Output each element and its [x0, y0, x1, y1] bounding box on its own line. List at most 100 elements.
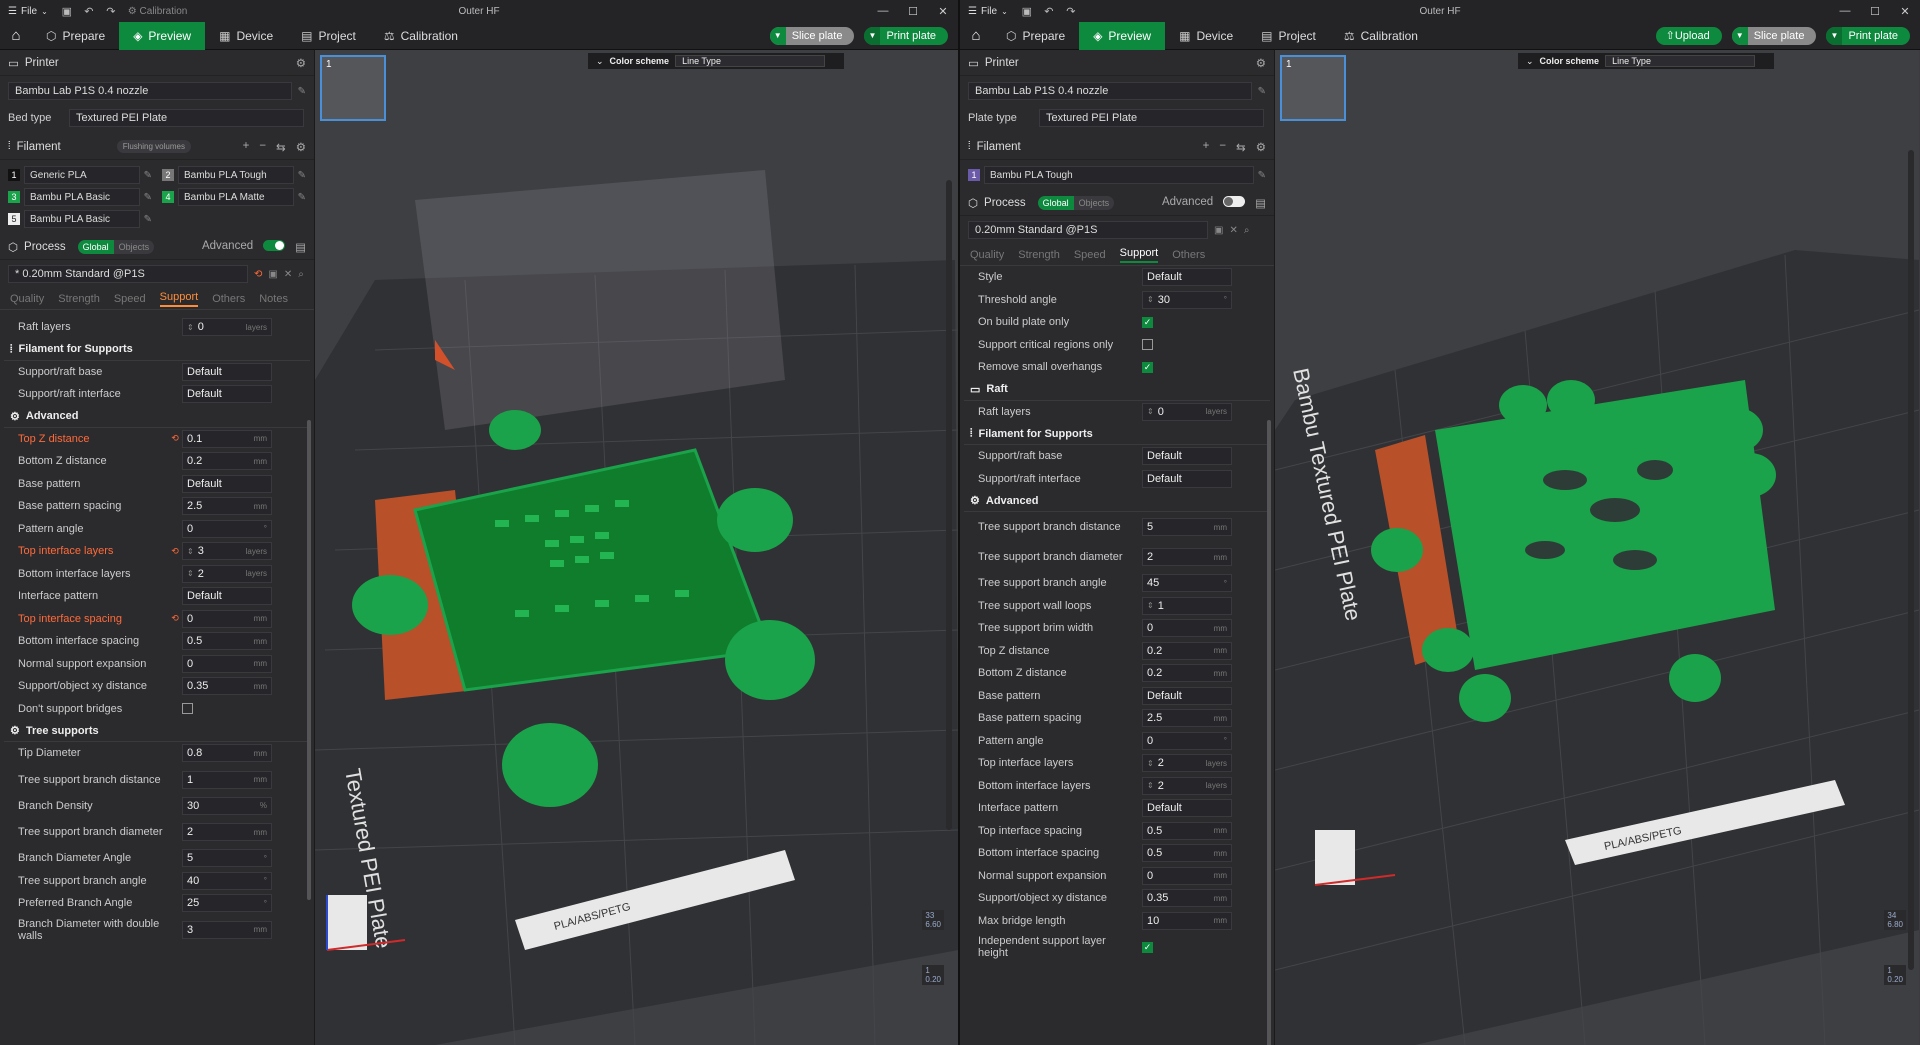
redo-icon[interactable]: ↷ [100, 5, 122, 18]
gear-icon[interactable]: ⚙ [296, 140, 306, 154]
param-input[interactable]: ⇕ 0 layers [1142, 402, 1232, 421]
filament-item[interactable]: 1 Generic PLA ✎ [8, 166, 152, 184]
param-checkbox[interactable]: ✓ [1142, 361, 1153, 373]
spinner-icon[interactable]: ⇕ [1147, 781, 1154, 790]
spinner-icon[interactable]: ⇕ [187, 569, 194, 578]
close-icon[interactable]: ✕ [1229, 225, 1237, 236]
advanced-toggle[interactable] [1223, 195, 1246, 207]
process-preset-select[interactable]: 0.20mm Standard @P1S [968, 221, 1208, 239]
undo-icon[interactable]: ↶ [78, 5, 100, 18]
param-input[interactable]: 30% [182, 796, 272, 815]
layer-slider[interactable] [1908, 150, 1914, 970]
param-input[interactable]: ⇕ 2 layers [182, 564, 272, 583]
param-input[interactable]: Default [1142, 268, 1232, 287]
redo-icon[interactable]: ↷ [1060, 5, 1082, 18]
param-input[interactable]: 25 ° [182, 894, 272, 913]
subtab-strength[interactable]: Strength [58, 293, 100, 305]
param-input[interactable]: Default [182, 474, 272, 493]
param-input[interactable]: 2 mm [1142, 548, 1232, 566]
chevron-down-icon[interactable]: ▼ [1731, 26, 1748, 45]
param-input[interactable]: 0.5 mm [182, 632, 272, 651]
param-input[interactable]: 0.5 mm [1142, 821, 1232, 840]
filament-item[interactable]: 1 Bambu PLA Tough ✎ [968, 166, 1266, 184]
tab-calibration[interactable]: ⚖ Calibration [1330, 22, 1432, 50]
param-input[interactable]: ⇕ 30 ° [1142, 290, 1232, 309]
remove-icon[interactable]: − [259, 140, 266, 154]
param-input[interactable]: 0 mm [1142, 866, 1232, 885]
edit-icon[interactable]: ✎ [144, 214, 152, 225]
param-checkbox[interactable] [1142, 339, 1153, 351]
slice-plate-button[interactable]: ▼ Slice plate [769, 26, 855, 45]
plate-type-select[interactable]: Textured PEI Plate [1039, 109, 1264, 127]
flushing-volumes-button[interactable]: Flushing volumes [116, 140, 191, 153]
search-icon[interactable]: ⌕ [298, 269, 304, 280]
param-input[interactable]: Default [182, 587, 272, 606]
param-input[interactable]: 10 mm [1142, 911, 1232, 930]
subtab-others[interactable]: Others [212, 293, 245, 305]
tab-prepare[interactable]: ⬡ Prepare [992, 22, 1079, 50]
calibration-shortcut[interactable]: ⚙ Calibration [128, 6, 188, 17]
tab-prepare[interactable]: ⬡ Prepare [32, 22, 119, 50]
maximize-icon[interactable]: ☐ [898, 5, 928, 18]
param-input[interactable]: ⇕ 1 [1142, 596, 1232, 615]
section-filament-for-supports[interactable]: ⦙ Filament for Supports [4, 339, 310, 361]
subtab-strength[interactable]: Strength [1018, 249, 1060, 261]
section-advanced[interactable]: ⚙ Advanced [964, 490, 1270, 512]
param-checkbox[interactable]: ✓ [1142, 941, 1153, 953]
param-input[interactable]: 0.1 mm [182, 429, 272, 448]
chevron-down-icon[interactable]: ⌄ [596, 56, 604, 67]
spinner-icon[interactable]: ⇕ [1147, 759, 1154, 768]
minimize-icon[interactable]: — [868, 5, 898, 18]
filament-name[interactable]: Bambu PLA Tough [984, 166, 1254, 184]
param-input[interactable]: 0.35 mm [182, 677, 272, 696]
subtab-speed[interactable]: Speed [1074, 249, 1106, 261]
close-icon[interactable]: ✕ [284, 269, 292, 280]
reset-icon[interactable]: ⟲ [168, 546, 182, 557]
compare-icon[interactable]: ▤ [1255, 196, 1266, 210]
chevron-down-icon[interactable]: ⌄ [1526, 56, 1534, 67]
subtab-quality[interactable]: Quality [970, 249, 1004, 261]
subtab-speed[interactable]: Speed [114, 293, 146, 305]
param-checkbox[interactable] [182, 703, 193, 715]
search-icon[interactable]: ⌕ [1244, 225, 1250, 236]
param-input[interactable]: ⇕ 0 layers [182, 318, 272, 337]
filament-name[interactable]: Generic PLA [24, 166, 140, 184]
edit-icon[interactable]: ✎ [298, 86, 306, 97]
param-input[interactable]: 0.35 mm [1142, 889, 1232, 908]
param-input[interactable]: 0.2 mm [1142, 664, 1232, 683]
spinner-icon[interactable]: ⇕ [1147, 407, 1154, 416]
filament-item[interactable]: 2 Bambu PLA Tough ✎ [162, 166, 306, 184]
reset-icon[interactable]: ⟲ [168, 433, 182, 444]
param-input[interactable]: 0.8 mm [182, 744, 272, 763]
param-input[interactable]: ⇕ 2 layers [1142, 754, 1232, 773]
global-objects-toggle[interactable]: Global Objects [77, 239, 155, 254]
print-plate-button[interactable]: ▼ Print plate [864, 26, 948, 45]
reset-icon[interactable]: ⟲ [254, 269, 262, 280]
filament-name[interactable]: Bambu PLA Tough [178, 166, 294, 184]
orientation-cube[interactable] [327, 895, 367, 950]
param-input[interactable]: Default [182, 362, 272, 381]
sync-icon[interactable]: ⇆ [1236, 140, 1246, 154]
chevron-down-icon[interactable]: ▼ [864, 26, 881, 45]
save-icon[interactable]: ▣ [1214, 225, 1223, 236]
section-tree-supports[interactable]: ⚙ Tree supports [4, 720, 310, 742]
spinner-icon[interactable]: ⇕ [1147, 295, 1154, 304]
filament-item[interactable]: 4 Bambu PLA Matte ✎ [162, 188, 306, 206]
subtab-support[interactable]: Support [1119, 247, 1159, 263]
printer-select[interactable]: Bambu Lab P1S 0.4 nozzle [968, 82, 1252, 100]
process-preset-select[interactable]: * 0.20mm Standard @P1S [8, 265, 248, 283]
section-raft[interactable]: ▭ Raft [964, 379, 1270, 401]
param-input[interactable]: 0 mm [182, 654, 272, 673]
minimize-icon[interactable]: — [1830, 5, 1860, 18]
edit-icon[interactable]: ✎ [298, 170, 306, 181]
global-objects-toggle[interactable]: Global Objects [1037, 195, 1115, 210]
tab-device[interactable]: ▦ Device [1165, 22, 1247, 50]
section-filament-for-supports[interactable]: ⦙ Filament for Supports [964, 423, 1270, 445]
edit-icon[interactable]: ✎ [1258, 86, 1266, 97]
3d-viewport[interactable]: PLA/ABS/PETG Bambu Textured PEI Plate 1 … [1275, 50, 1920, 1045]
tab-calibration[interactable]: ⚖ Calibration [370, 22, 472, 50]
subtab-quality[interactable]: Quality [10, 293, 44, 305]
param-input[interactable]: 0 mm [182, 609, 272, 628]
gear-icon[interactable]: ⚙ [296, 56, 306, 70]
color-scheme-select[interactable]: Line Type [675, 55, 826, 67]
